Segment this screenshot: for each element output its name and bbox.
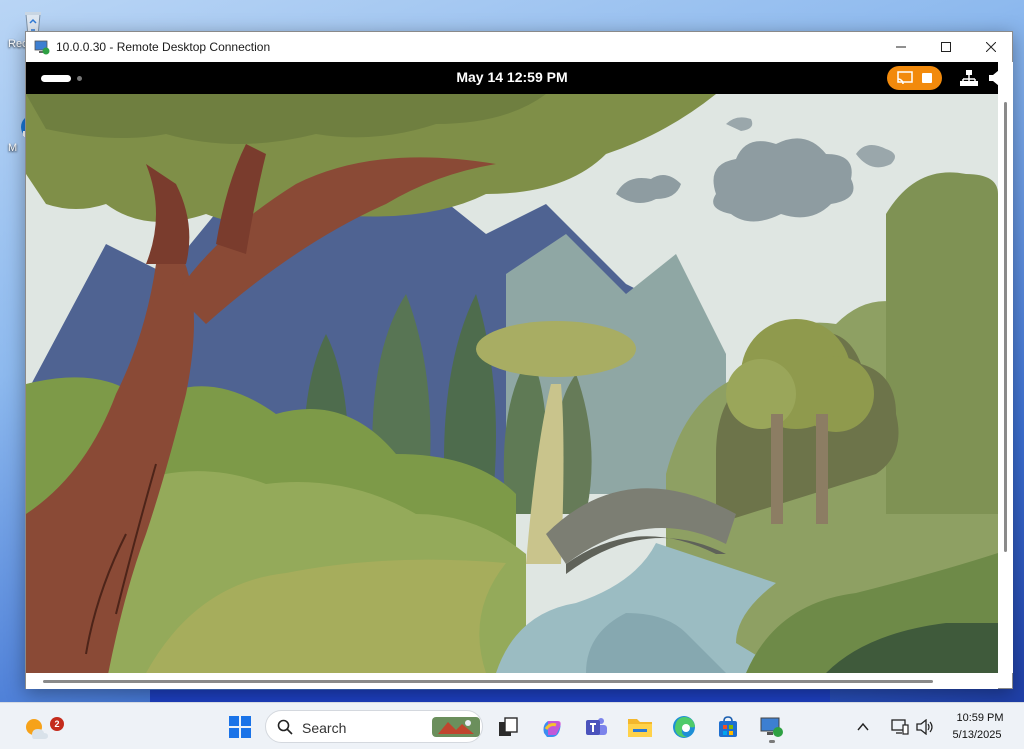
- teams-button[interactable]: [578, 709, 614, 745]
- tray-date: 5/13/2025: [952, 729, 1002, 741]
- stop-icon: [922, 73, 932, 83]
- search-placeholder: Search: [302, 720, 347, 736]
- minimize-button[interactable]: [878, 32, 924, 61]
- maximize-icon: [941, 41, 951, 52]
- screencast-icon: [897, 71, 913, 85]
- network-tray-button[interactable]: [888, 709, 912, 745]
- search-highlight-icon: [432, 717, 480, 737]
- start-icon: [229, 716, 251, 738]
- edge-icon: [673, 716, 695, 738]
- chevron-up-icon: [857, 722, 869, 731]
- close-icon: [986, 41, 996, 52]
- remote-desktop-window[interactable]: 10.0.0.30 - Remote Desktop Connection Ma…: [25, 31, 1013, 689]
- start-button[interactable]: [222, 709, 258, 745]
- speaker-icon: [916, 719, 933, 735]
- remote-desktop-icon: [760, 717, 783, 737]
- copilot-icon: [543, 721, 561, 737]
- window-titlebar[interactable]: 10.0.0.30 - Remote Desktop Connection: [26, 32, 1012, 61]
- volume-icon[interactable]: [989, 69, 998, 87]
- running-indicator: [769, 740, 775, 743]
- horizontal-scrollbar[interactable]: [26, 673, 998, 689]
- network-icon[interactable]: [960, 69, 978, 87]
- weather-widget[interactable]: 2: [18, 709, 64, 745]
- remote-desktop-taskbar-button[interactable]: [754, 709, 790, 745]
- network-status-icon: [891, 719, 909, 735]
- tray-time: 10:59 PM: [956, 712, 1004, 724]
- taskbar: 2 Search 10:59 PM 5/13/2025: [0, 702, 1024, 749]
- wallpaper-image: [26, 94, 998, 673]
- vertical-scroll-thumb[interactable]: [1004, 102, 1007, 552]
- desktop-icon-label: M: [8, 142, 18, 154]
- notification-badge: 2: [50, 717, 64, 731]
- horizontal-scroll-thumb[interactable]: [43, 680, 933, 683]
- window-title: 10.0.0.30 - Remote Desktop Connection: [56, 39, 271, 54]
- remote-desktop-icon: [34, 40, 50, 54]
- file-explorer-icon: [628, 719, 652, 737]
- close-button[interactable]: [968, 32, 1014, 61]
- search-input[interactable]: Search: [265, 710, 483, 743]
- minimize-icon: [896, 46, 906, 47]
- remote-top-bar: May 14 12:59 PM: [26, 62, 998, 94]
- copilot-button[interactable]: [534, 709, 570, 745]
- remote-clock[interactable]: May 14 12:59 PM: [26, 69, 998, 85]
- show-hidden-icons-button[interactable]: [851, 709, 875, 745]
- desktop-bloom: [150, 690, 830, 702]
- weather-icon: [26, 719, 48, 739]
- edge-button[interactable]: [666, 709, 702, 745]
- store-button[interactable]: [710, 709, 746, 745]
- teams-icon: [586, 718, 607, 735]
- screencast-indicator[interactable]: [887, 66, 942, 90]
- search-icon: [277, 719, 293, 735]
- file-explorer-button[interactable]: [622, 709, 658, 745]
- maximize-button[interactable]: [923, 32, 969, 61]
- task-view-icon: [499, 717, 518, 736]
- store-icon: [719, 716, 737, 737]
- volume-tray-button[interactable]: [913, 709, 937, 745]
- remote-screen[interactable]: May 14 12:59 PM: [26, 62, 998, 673]
- task-view-button[interactable]: [490, 709, 526, 745]
- vertical-scrollbar[interactable]: [998, 62, 1013, 673]
